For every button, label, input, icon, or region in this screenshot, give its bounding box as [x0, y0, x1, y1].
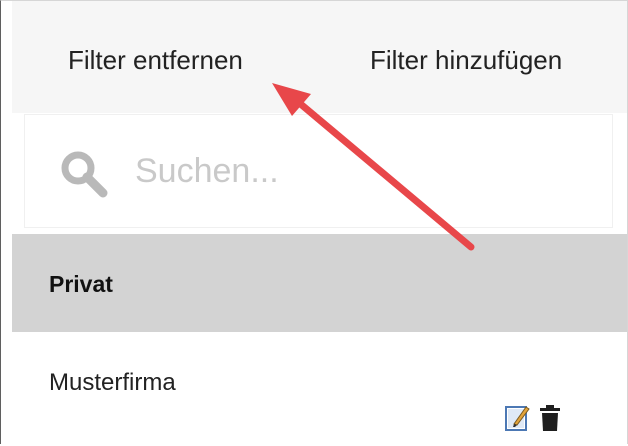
search-icon [61, 151, 108, 198]
edit-icon[interactable] [505, 404, 531, 432]
search-box [25, 115, 612, 227]
list-item[interactable]: Musterfirma [12, 332, 627, 446]
panel-frame: Filter entfernen Filter hinzufügen Priva… [0, 0, 628, 446]
add-filter-button[interactable]: Filter hinzufügen [370, 45, 562, 75]
group-header-privat[interactable]: Privat [12, 234, 627, 332]
filter-toolbar: Filter entfernen Filter hinzufügen [12, 1, 627, 113]
group-label: Privat [49, 271, 113, 297]
remove-filter-button[interactable]: Filter entfernen [68, 45, 243, 75]
search-input[interactable] [135, 151, 575, 191]
list-item-label: Musterfirma [49, 369, 176, 396]
trash-icon[interactable] [539, 404, 561, 432]
